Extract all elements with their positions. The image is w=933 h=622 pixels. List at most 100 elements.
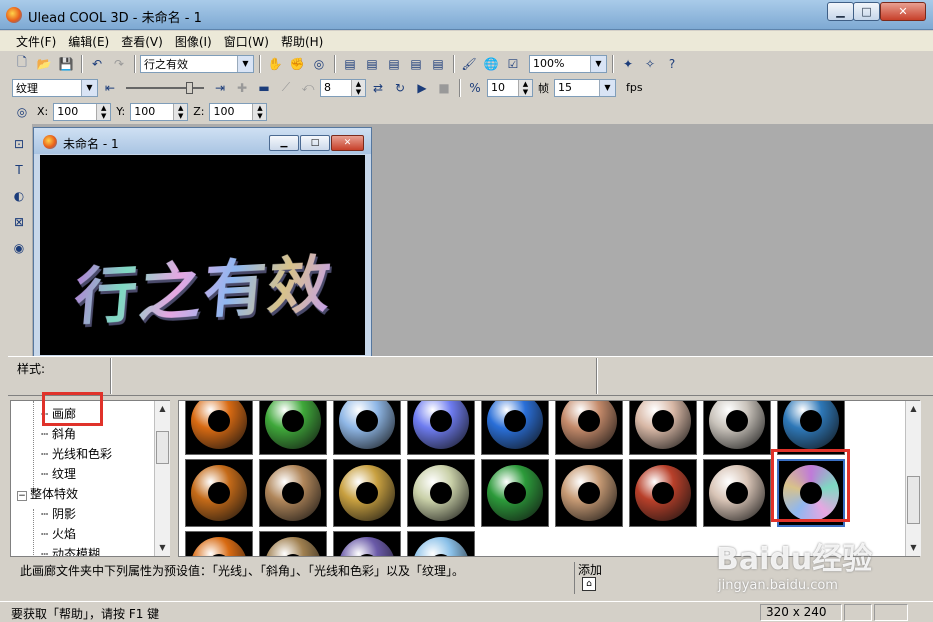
open-folder-icon[interactable]: 📂 bbox=[34, 54, 54, 74]
tree-item-texture[interactable]: ┄ 纹理 bbox=[41, 465, 76, 482]
document-close-button[interactable]: ✕ bbox=[331, 135, 364, 151]
gallery-thumbnail[interactable] bbox=[777, 401, 845, 455]
split-icon[interactable]: ⟋ bbox=[276, 78, 296, 98]
zoom-combo[interactable]: 100% ▼ bbox=[529, 54, 607, 73]
reverse-icon[interactable]: ⤺ bbox=[298, 78, 318, 98]
text-object-combo[interactable]: 行之有效 ▼ bbox=[140, 54, 254, 73]
select-icon[interactable]: ⊠ bbox=[9, 212, 29, 232]
gallery-thumbnail[interactable] bbox=[703, 401, 771, 455]
tree-item-shadow[interactable]: ┄ 阴影 bbox=[41, 505, 76, 522]
spin-arrows-icon[interactable]: ▲ ▼ bbox=[252, 103, 267, 120]
menu-image[interactable]: 图像(I) bbox=[169, 33, 218, 50]
gallery-thumbnail[interactable] bbox=[333, 459, 401, 527]
maximize-button[interactable]: □ bbox=[853, 2, 880, 21]
gallery-thumbnail[interactable] bbox=[407, 459, 475, 527]
menu-view[interactable]: 查看(V) bbox=[115, 33, 169, 50]
position-target-icon[interactable]: ◎ bbox=[12, 102, 32, 122]
document-title-bar[interactable]: 未命名 - 1 ▁ □ ✕ bbox=[34, 128, 371, 154]
scroll-thumb[interactable] bbox=[156, 431, 169, 464]
view-icon[interactable]: ◉ bbox=[9, 238, 29, 258]
add-to-gallery-icon[interactable]: ⌂ bbox=[582, 577, 596, 591]
new-file-icon[interactable]: 🗋 bbox=[12, 54, 32, 74]
gallery-thumbnail[interactable] bbox=[555, 459, 623, 527]
tree-item-bevel[interactable]: ┄ 斜角 bbox=[41, 425, 76, 442]
paint-icon[interactable]: 🖌 bbox=[459, 54, 479, 74]
target-icon[interactable]: ◎ bbox=[309, 54, 329, 74]
gallery-thumbnail[interactable] bbox=[407, 401, 475, 455]
insert-shape-icon[interactable]: ◐ bbox=[9, 186, 29, 206]
gallery-thumbnail[interactable] bbox=[185, 531, 253, 556]
tree-item-fire[interactable]: ┄ 火焰 bbox=[41, 525, 76, 542]
gallery-thumbnail[interactable] bbox=[333, 401, 401, 455]
last-frame-icon[interactable]: ⇥ bbox=[210, 78, 230, 98]
undo-icon[interactable]: ↶ bbox=[87, 54, 107, 74]
y-spin[interactable]: 100 ▲ ▼ bbox=[130, 102, 189, 121]
render-canvas[interactable]: 行之有效 bbox=[40, 155, 365, 355]
document-minimize-button[interactable]: ▁ bbox=[269, 135, 299, 151]
minimize-button[interactable]: ▁ bbox=[827, 2, 854, 21]
play-icon[interactable]: ▶ bbox=[412, 78, 432, 98]
gallery-scrollbar[interactable]: ▲ ▼ bbox=[905, 401, 921, 556]
canvas-3d-text[interactable]: 行之有效 bbox=[71, 233, 336, 336]
layer-2-icon[interactable]: ▤ bbox=[362, 54, 382, 74]
scroll-down-icon[interactable]: ▼ bbox=[155, 540, 170, 555]
menu-help[interactable]: 帮助(H) bbox=[275, 33, 329, 50]
attribute-combo[interactable]: 纹理 ▼ bbox=[12, 78, 98, 97]
redo-icon[interactable]: ↷ bbox=[109, 54, 129, 74]
context-help-icon[interactable]: ? bbox=[662, 54, 682, 74]
gallery-thumbnail[interactable] bbox=[481, 401, 549, 455]
save-icon[interactable]: 💾 bbox=[56, 54, 76, 74]
insert-text-icon[interactable]: T bbox=[9, 160, 29, 180]
chevron-down-icon[interactable]: ▼ bbox=[590, 55, 606, 72]
spin-arrows-icon[interactable]: ▲ ▼ bbox=[96, 103, 111, 120]
percent-icon[interactable]: % bbox=[465, 78, 485, 98]
scroll-up-icon[interactable]: ▲ bbox=[155, 401, 170, 416]
chevron-down-icon[interactable]: ▼ bbox=[599, 79, 615, 96]
gallery-thumbnail[interactable] bbox=[481, 459, 549, 527]
z-spin[interactable]: 100 ▲ ▼ bbox=[209, 102, 268, 121]
gallery-thumbnail[interactable] bbox=[185, 401, 253, 455]
rotate-hand-icon[interactable]: ✊ bbox=[287, 54, 307, 74]
spin-arrows-icon[interactable]: ▲ ▼ bbox=[351, 79, 365, 96]
slider-thumb[interactable] bbox=[186, 81, 193, 94]
layer-3-icon[interactable]: ▤ bbox=[384, 54, 404, 74]
layer-1-icon[interactable]: ▤ bbox=[340, 54, 360, 74]
chevron-down-icon[interactable]: ▼ bbox=[237, 55, 253, 72]
gallery-thumbnail[interactable] bbox=[333, 531, 401, 556]
timeline-slider[interactable] bbox=[126, 81, 204, 94]
layer-4-icon[interactable]: ▤ bbox=[406, 54, 426, 74]
insert-object-icon[interactable]: ⊡ bbox=[9, 134, 29, 154]
tree-item-global-effects[interactable]: − 整体特效 bbox=[17, 485, 78, 502]
scroll-thumb[interactable] bbox=[907, 476, 920, 524]
menu-edit[interactable]: 编辑(E) bbox=[62, 33, 115, 50]
gallery-thumbnail[interactable] bbox=[185, 459, 253, 527]
remove-keyframe-icon[interactable]: ▬ bbox=[254, 78, 274, 98]
menu-window[interactable]: 窗口(W) bbox=[218, 33, 275, 50]
scroll-up-icon[interactable]: ▲ bbox=[906, 401, 921, 416]
check-icon[interactable]: ☑ bbox=[503, 54, 523, 74]
x-spin[interactable]: 100 ▲ ▼ bbox=[53, 102, 112, 121]
document-maximize-button[interactable]: □ bbox=[300, 135, 330, 151]
spin-arrows-icon[interactable]: ▲ ▼ bbox=[173, 103, 188, 120]
layer-5-icon[interactable]: ▤ bbox=[428, 54, 448, 74]
first-frame-icon[interactable]: ⇤ bbox=[100, 78, 120, 98]
frame-rate-combo[interactable]: 15 ▼ bbox=[554, 78, 616, 97]
collapse-icon[interactable]: − bbox=[17, 491, 27, 501]
wizard-icon[interactable]: ✧ bbox=[640, 54, 660, 74]
gallery-thumbnail[interactable] bbox=[629, 401, 697, 455]
plugin-icon[interactable]: ✦ bbox=[618, 54, 638, 74]
gallery-thumbnail[interactable] bbox=[703, 459, 771, 527]
chevron-down-icon[interactable]: ▼ bbox=[81, 79, 97, 96]
pan-hand-icon[interactable]: ✋ bbox=[265, 54, 285, 74]
keyframe-spin[interactable]: 8 ▲ ▼ bbox=[320, 78, 366, 97]
gallery-thumbnail[interactable] bbox=[259, 531, 327, 556]
menu-file[interactable]: 文件(F) bbox=[10, 33, 62, 50]
rotate-icon[interactable]: ↻ bbox=[390, 78, 410, 98]
gallery-thumbnail[interactable] bbox=[407, 531, 475, 556]
gallery-thumbnail[interactable] bbox=[555, 401, 623, 455]
tree-item-light-color[interactable]: ┄ 光线和色彩 bbox=[41, 445, 112, 462]
spin-arrows-icon[interactable]: ▲ ▼ bbox=[518, 79, 532, 96]
gallery-thumbnail[interactable] bbox=[259, 459, 327, 527]
tree-scrollbar[interactable]: ▲ ▼ bbox=[154, 401, 170, 556]
stop-icon[interactable]: ■ bbox=[434, 78, 454, 98]
